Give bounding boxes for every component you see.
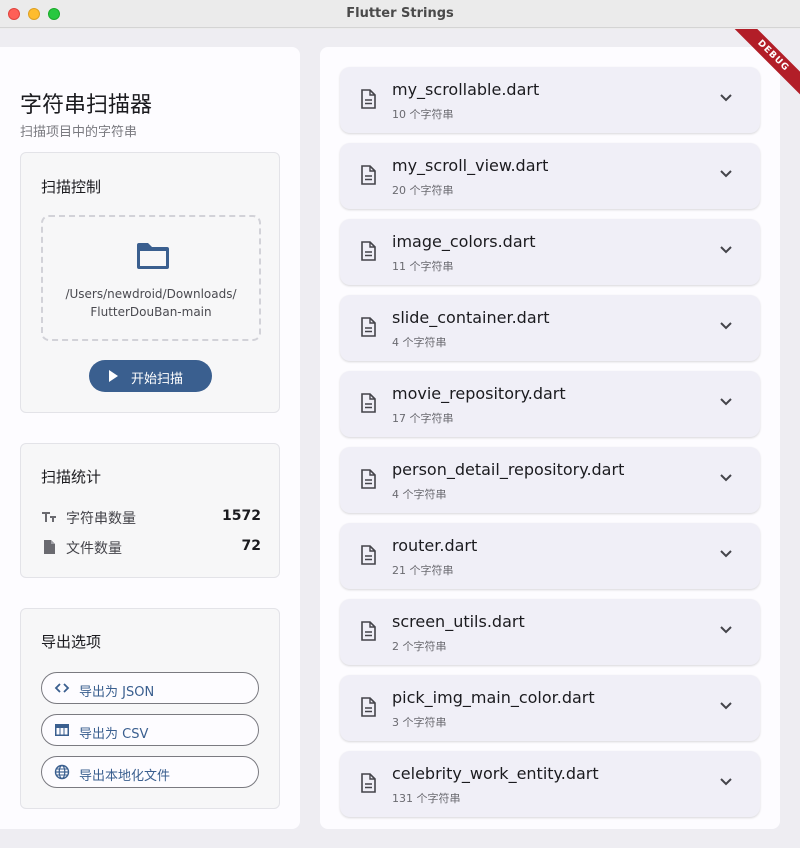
scan-control-title: 扫描控制 [41,178,102,196]
document-icon [361,393,376,413]
file-name: celebrity_work_entity.dart [392,764,599,783]
stat-files-value: 72 [241,538,261,554]
file-string-count: 20 个字符串 [392,184,454,197]
page-title: 字符串扫描器 [20,93,153,118]
folder-dropzone[interactable]: /Users/newdroid/Downloads/ FlutterDouBan… [41,215,261,341]
file-icon [44,540,55,554]
file-name: pick_img_main_color.dart [392,688,595,707]
file-list-item[interactable]: image_colors.dart 11 个字符串 [340,219,760,285]
file-name: router.dart [392,536,478,555]
window-titlebar: Flutter Strings [0,0,800,28]
export-options-title: 导出选项 [41,633,102,651]
file-string-count: 4 个字符串 [392,488,447,501]
selected-path: /Users/newdroid/Downloads/ FlutterDouBan… [43,285,259,321]
chevron-down-icon[interactable] [720,778,732,786]
chevron-down-icon[interactable] [720,246,732,254]
export-json-button[interactable]: 导出为 JSON [41,672,259,704]
document-icon [361,773,376,793]
document-icon [361,317,376,337]
file-name: my_scrollable.dart [392,80,540,99]
chevron-down-icon[interactable] [720,626,732,634]
document-icon [361,621,376,641]
file-name: screen_utils.dart [392,612,525,631]
window-title: Flutter Strings [346,6,454,21]
scan-stats-card: 扫描统计 字符串数量 1572 文件数量 72 [20,443,280,578]
file-list-item[interactable]: pick_img_main_color.dart 3 个字符串 [340,675,760,741]
code-icon [54,683,70,693]
sidebar-panel: 字符串扫描器 扫描项目中的字符串 扫描控制 /Users/newdroid/Do… [0,47,300,829]
document-icon [361,165,376,185]
file-string-count: 10 个字符串 [392,108,454,121]
stat-files-row: 文件数量 72 [41,537,261,557]
chevron-down-icon[interactable] [720,474,732,482]
document-icon [361,545,376,565]
file-list-item[interactable]: screen_utils.dart 2 个字符串 [340,599,760,665]
page-subtitle: 扫描项目中的字符串 [20,125,138,140]
start-scan-label: 开始扫描 [131,372,184,387]
file-list-item[interactable]: my_scrollable.dart 10 个字符串 [340,67,760,133]
export-l10n-button[interactable]: 导出本地化文件 [41,756,259,788]
file-list-panel[interactable]: my_scrollable.dart 10 个字符串 my_scroll_vie… [320,47,780,829]
folder-icon [137,243,169,269]
file-name: person_detail_repository.dart [392,460,625,479]
document-icon [361,469,376,489]
scan-stats-title: 扫描统计 [41,468,102,486]
chevron-down-icon[interactable] [720,170,732,178]
file-string-count: 21 个字符串 [392,564,454,577]
export-json-label: 导出为 JSON [79,685,155,700]
app-content: 字符串扫描器 扫描项目中的字符串 扫描控制 /Users/newdroid/Do… [0,29,800,848]
file-list-item[interactable]: slide_container.dart 4 个字符串 [340,295,760,361]
stat-files-label: 文件数量 [66,541,122,557]
text-fields-icon [42,512,56,522]
export-csv-label: 导出为 CSV [79,727,149,742]
chevron-down-icon[interactable] [720,322,732,330]
stat-strings-label: 字符串数量 [66,511,136,527]
file-list-item[interactable]: celebrity_work_entity.dart 131 个字符串 [340,751,760,817]
chevron-down-icon[interactable] [720,550,732,558]
file-name: slide_container.dart [392,308,550,327]
document-icon [361,89,376,109]
file-list-item[interactable]: my_scroll_view.dart 20 个字符串 [340,143,760,209]
export-options-card: 导出选项 导出为 JSON 导出为 CSV 导出本地化文件 [20,608,280,809]
play-icon [109,370,118,382]
export-l10n-label: 导出本地化文件 [79,769,171,784]
path-line-1: /Users/newdroid/Downloads/ [65,287,237,301]
file-string-count: 17 个字符串 [392,412,454,425]
file-name: image_colors.dart [392,232,536,251]
file-string-count: 131 个字符串 [392,792,461,805]
start-scan-button[interactable]: 开始扫描 [89,360,212,392]
document-icon [361,241,376,261]
file-name: my_scroll_view.dart [392,156,549,175]
chevron-down-icon[interactable] [720,94,732,102]
file-string-count: 11 个字符串 [392,260,454,273]
file-string-count: 2 个字符串 [392,640,447,653]
file-string-count: 3 个字符串 [392,716,447,729]
path-line-2: FlutterDouBan-main [90,305,212,319]
stat-strings-row: 字符串数量 1572 [41,507,261,527]
file-list-item[interactable]: person_detail_repository.dart 4 个字符串 [340,447,760,513]
file-name: movie_repository.dart [392,384,566,403]
export-csv-button[interactable]: 导出为 CSV [41,714,259,746]
file-string-count: 4 个字符串 [392,336,447,349]
globe-icon [54,764,70,780]
stat-strings-value: 1572 [222,508,261,524]
file-list-item[interactable]: movie_repository.dart 17 个字符串 [340,371,760,437]
file-list-item[interactable]: router.dart 21 个字符串 [340,523,760,589]
chevron-down-icon[interactable] [720,702,732,710]
scan-control-card: 扫描控制 /Users/newdroid/Downloads/ FlutterD… [20,152,280,413]
table-icon [55,724,69,736]
document-icon [361,697,376,717]
chevron-down-icon[interactable] [720,398,732,406]
